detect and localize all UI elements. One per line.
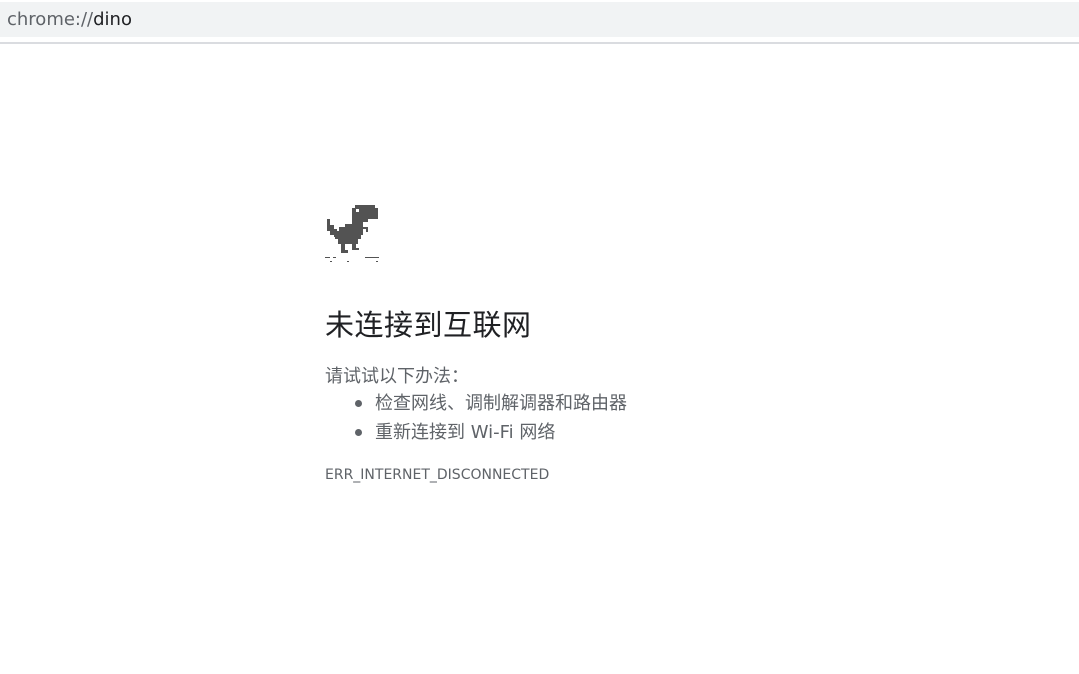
toolbar-divider (0, 42, 1079, 44)
suggestion-item: 重新连接到 Wi-Fi 网络 (325, 418, 627, 447)
url-scheme: chrome:// (7, 9, 94, 30)
url-host: dino (93, 9, 132, 30)
error-code: ERR_INTERNET_DISCONNECTED (325, 467, 550, 483)
bullet-icon (355, 429, 362, 436)
suggestion-text: 检查网线、调制解调器和路由器 (375, 393, 627, 414)
suggestion-text: 重新连接到 Wi-Fi 网络 (375, 422, 556, 443)
suggestions-intro: 请试试以下办法： (325, 366, 469, 387)
offline-dinosaur-icon[interactable] (325, 205, 385, 263)
address-bar[interactable]: chrome://dino (0, 2, 1079, 37)
suggestions-list: 检查网线、调制解调器和路由器 重新连接到 Wi-Fi 网络 (325, 389, 627, 447)
suggestion-item: 检查网线、调制解调器和路由器 (325, 389, 627, 418)
dinosaur-icon (325, 205, 379, 262)
error-headline: 未连接到互联网 (325, 308, 532, 342)
error-page-content: 未连接到互联网 请试试以下办法： 检查网线、调制解调器和路由器 重新连接到 Wi… (325, 205, 825, 483)
bullet-icon (355, 400, 362, 407)
